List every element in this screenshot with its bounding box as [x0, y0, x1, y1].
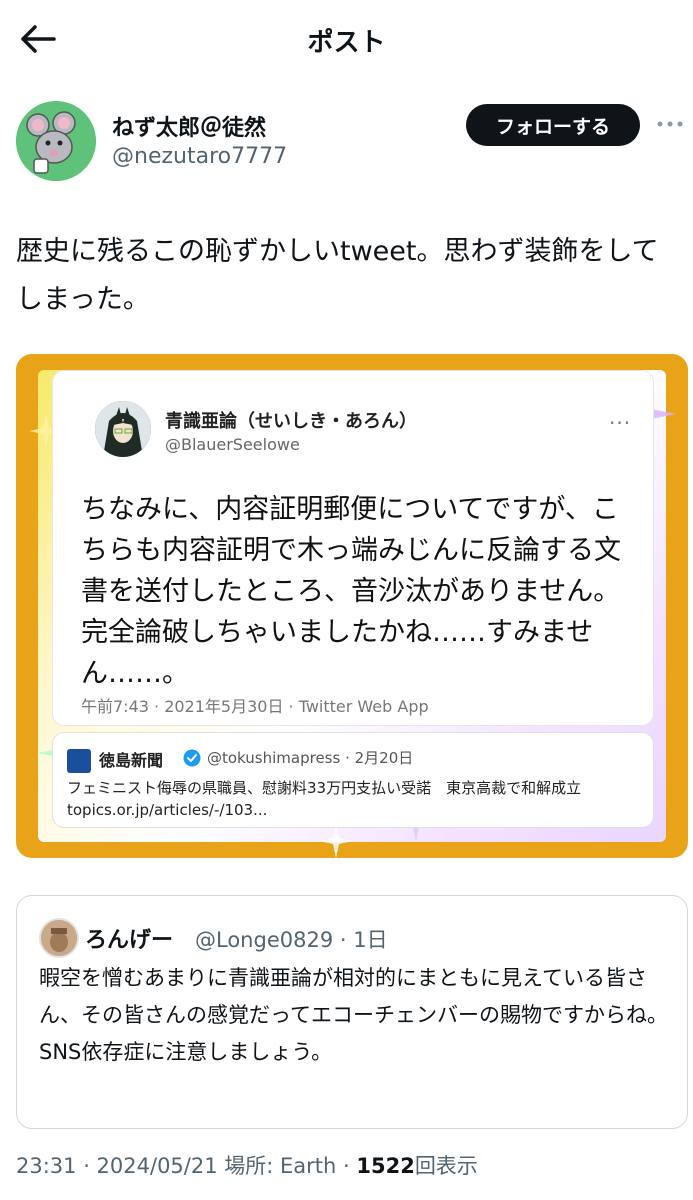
- embedded-tweet-name: 青識亜論（せいしき・あろん）: [165, 411, 417, 432]
- embedded-quote-card: 徳島新聞 @tokushimapress · 2月20日 フェミニスト侮辱の県職…: [52, 732, 654, 828]
- post-meta: 23:31 · 2024/05/21 場所: Earth · 1522回表示: [16, 1150, 478, 1180]
- news-logo-icon: [67, 749, 91, 773]
- news-headline: フェミニスト侮辱の県職員、慰謝料33万円支払い受諾 東京高裁で和解成立: [67, 779, 582, 797]
- quoted-post[interactable]: ろんげー @Longe0829 · 1日 暇空を憎むあまりに青識亜論が相対的にま…: [16, 895, 688, 1129]
- embedded-tweet-more-icon: ···: [609, 411, 632, 435]
- avatar[interactable]: [16, 101, 96, 181]
- post-text: 歴史に残るこの恥ずかしいtweet。思わず装飾をしてしまった。: [16, 236, 659, 315]
- quoted-post-text: 暇空を憎むあまりに青識亜論が相対的にまともに見えている皆さん、その皆さんの感覚だ…: [39, 966, 668, 1064]
- news-link: topics.or.jp/articles/-/103...: [67, 801, 268, 819]
- page-title: ポスト: [307, 28, 386, 58]
- quoted-author-handle: @Longe0829 · 1日: [195, 928, 388, 952]
- post-timestamp[interactable]: 23:31 · 2024/05/21 場所: Earth ·: [16, 1154, 356, 1178]
- embedded-tweet-handle: @BlauerSeelowe: [165, 435, 300, 454]
- embedded-tweet-text: ちなみに、内容証明郵便についてですが、こちらも内容証明で木っ端みじんに反論する文…: [81, 494, 621, 689]
- embedded-tweet-card: 青識亜論（せいしき・あろん） @BlauerSeelowe ··· ちなみに、内…: [52, 370, 654, 726]
- author-handle[interactable]: @nezutaro7777: [112, 144, 287, 169]
- view-count: 1522: [356, 1154, 415, 1178]
- author-name[interactable]: ねず太郎＠徒然: [112, 110, 266, 142]
- quoted-avatar: [39, 918, 79, 958]
- news-handle: @tokushimapress · 2月20日: [207, 749, 414, 767]
- follow-button[interactable]: フォローする: [466, 104, 640, 146]
- ellipsis-icon[interactable]: [655, 112, 685, 136]
- embedded-tweet-meta: 午前7:43 · 2021年5月30日 · Twitter Web App: [81, 697, 429, 716]
- quoted-author-name: ろんげー: [85, 928, 174, 953]
- post-image[interactable]: 青識亜論（せいしき・あろん） @BlauerSeelowe ··· ちなみに、内…: [16, 354, 688, 858]
- view-label: 回表示: [414, 1154, 478, 1178]
- embedded-tweet-avatar: [95, 401, 151, 457]
- news-name: 徳島新聞: [99, 751, 164, 770]
- verified-badge-icon: [183, 749, 201, 767]
